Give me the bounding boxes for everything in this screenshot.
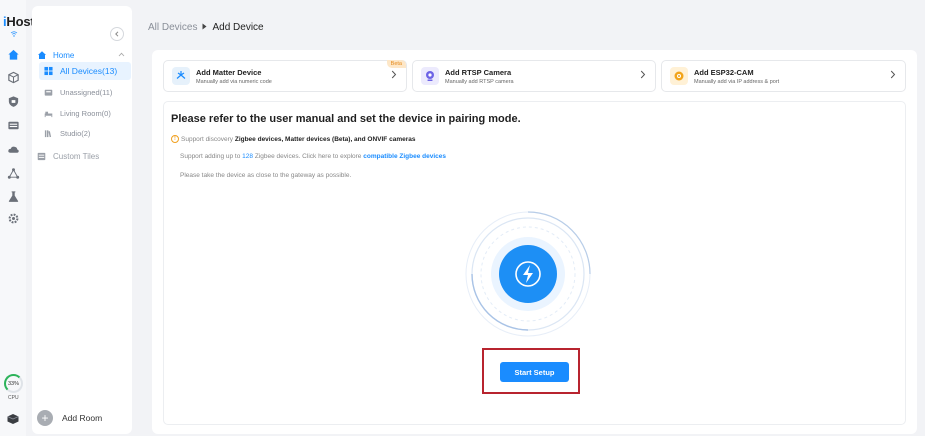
card-subtitle: Manually add via IP address & port — [694, 78, 780, 85]
info-icon: ! — [171, 135, 179, 143]
flask-icon[interactable] — [6, 189, 20, 203]
add-matter-device-card[interactable]: Add Matter Device Manually add via numer… — [163, 60, 407, 92]
grid-icon — [44, 66, 53, 76]
zigbee-limit-text: Support adding up to 128 Zigbee devices.… — [180, 153, 446, 160]
sidebar-item-label: All Devices(13) — [60, 66, 118, 76]
add-room-label: Add Room — [62, 413, 103, 423]
zigbee-count: 128 — [242, 153, 254, 160]
chevron-right-icon — [890, 70, 896, 82]
breadcrumb: All Devices Add Device — [148, 22, 264, 33]
card-subtitle: Manually add RTSP camera — [445, 78, 514, 85]
cpu-gauge: 33% — [4, 374, 23, 393]
shield-icon[interactable] — [6, 94, 20, 108]
support-discovery-text: ! Support discovery Zigbee devices, Matt… — [171, 135, 415, 143]
sidebar-item-label: Living Room(0) — [60, 108, 111, 118]
sidebar-item-studio[interactable]: Studio(2) — [39, 124, 131, 142]
add-room-button[interactable]: + Add Room — [37, 410, 102, 426]
sidebar-item-label: Studio(2) — [60, 128, 91, 138]
add-rtsp-camera-card[interactable]: Add RTSP Camera Manually add RTSP camera — [412, 60, 656, 92]
home-icon[interactable] — [6, 47, 20, 61]
chevron-left-icon — [115, 31, 119, 37]
card-title: Add RTSP Camera — [445, 67, 512, 77]
home-icon — [37, 50, 47, 60]
camera-icon — [421, 67, 439, 85]
tiles-icon — [37, 152, 46, 161]
breadcrumb-add-device: Add Device — [212, 22, 264, 33]
plus-icon: + — [37, 410, 53, 426]
pairing-title: Please refer to the user manual and set … — [171, 113, 521, 125]
beta-badge: Beta — [386, 60, 406, 68]
chevron-right-icon — [640, 70, 646, 82]
compatible-zigbee-link[interactable]: compatible Zigbee devices — [363, 153, 446, 160]
wifi-icon — [10, 31, 18, 37]
icon-rail: iHost 33% CPU — [0, 0, 35, 436]
chevron-right-icon — [391, 70, 397, 82]
custom-tiles-label: Custom Tiles — [53, 152, 100, 161]
bed-icon — [44, 109, 53, 118]
sidebar-item-unassigned[interactable]: Unassigned(11) — [39, 83, 131, 101]
books-icon — [44, 129, 53, 138]
sidebar-item-all-devices[interactable]: All Devices(13) — [39, 62, 131, 80]
matter-icon — [172, 67, 190, 85]
breadcrumb-all-devices[interactable]: All Devices — [148, 22, 197, 33]
esp-cam-icon — [670, 67, 688, 85]
collapse-sidebar-button[interactable] — [110, 27, 124, 41]
sidebar-item-living-room[interactable]: Living Room(0) — [39, 104, 131, 122]
network-icon[interactable] — [6, 166, 20, 180]
pairing-animation — [465, 211, 591, 337]
caret-right-icon — [202, 23, 207, 32]
sidebar-item-label: Unassigned(11) — [60, 87, 113, 97]
card-title: Add ESP32-CAM — [694, 67, 754, 77]
add-esp32-cam-card[interactable]: Add ESP32-CAM Manually add via IP addres… — [661, 60, 906, 92]
cpu-label: CPU — [8, 395, 19, 401]
panel-icon[interactable] — [6, 118, 20, 132]
sidebar-home-label: Home — [53, 50, 75, 60]
sidebar-home[interactable]: Home — [37, 49, 125, 61]
sidebar-custom-tiles[interactable]: Custom Tiles — [37, 152, 99, 161]
cube-icon[interactable] — [6, 70, 20, 84]
device-box-icon[interactable] — [6, 412, 20, 426]
tray-icon — [44, 88, 53, 97]
gear-icon[interactable] — [6, 211, 20, 225]
card-subtitle: Manually add via numeric code — [196, 78, 272, 85]
brand-logo: iHost — [3, 14, 35, 29]
card-title: Add Matter Device — [196, 67, 262, 77]
pairing-hint: Please take the device as close to the g… — [180, 172, 352, 179]
highlight-box — [482, 348, 580, 394]
chevron-up-icon — [118, 52, 125, 59]
cloud-icon[interactable] — [6, 142, 20, 156]
